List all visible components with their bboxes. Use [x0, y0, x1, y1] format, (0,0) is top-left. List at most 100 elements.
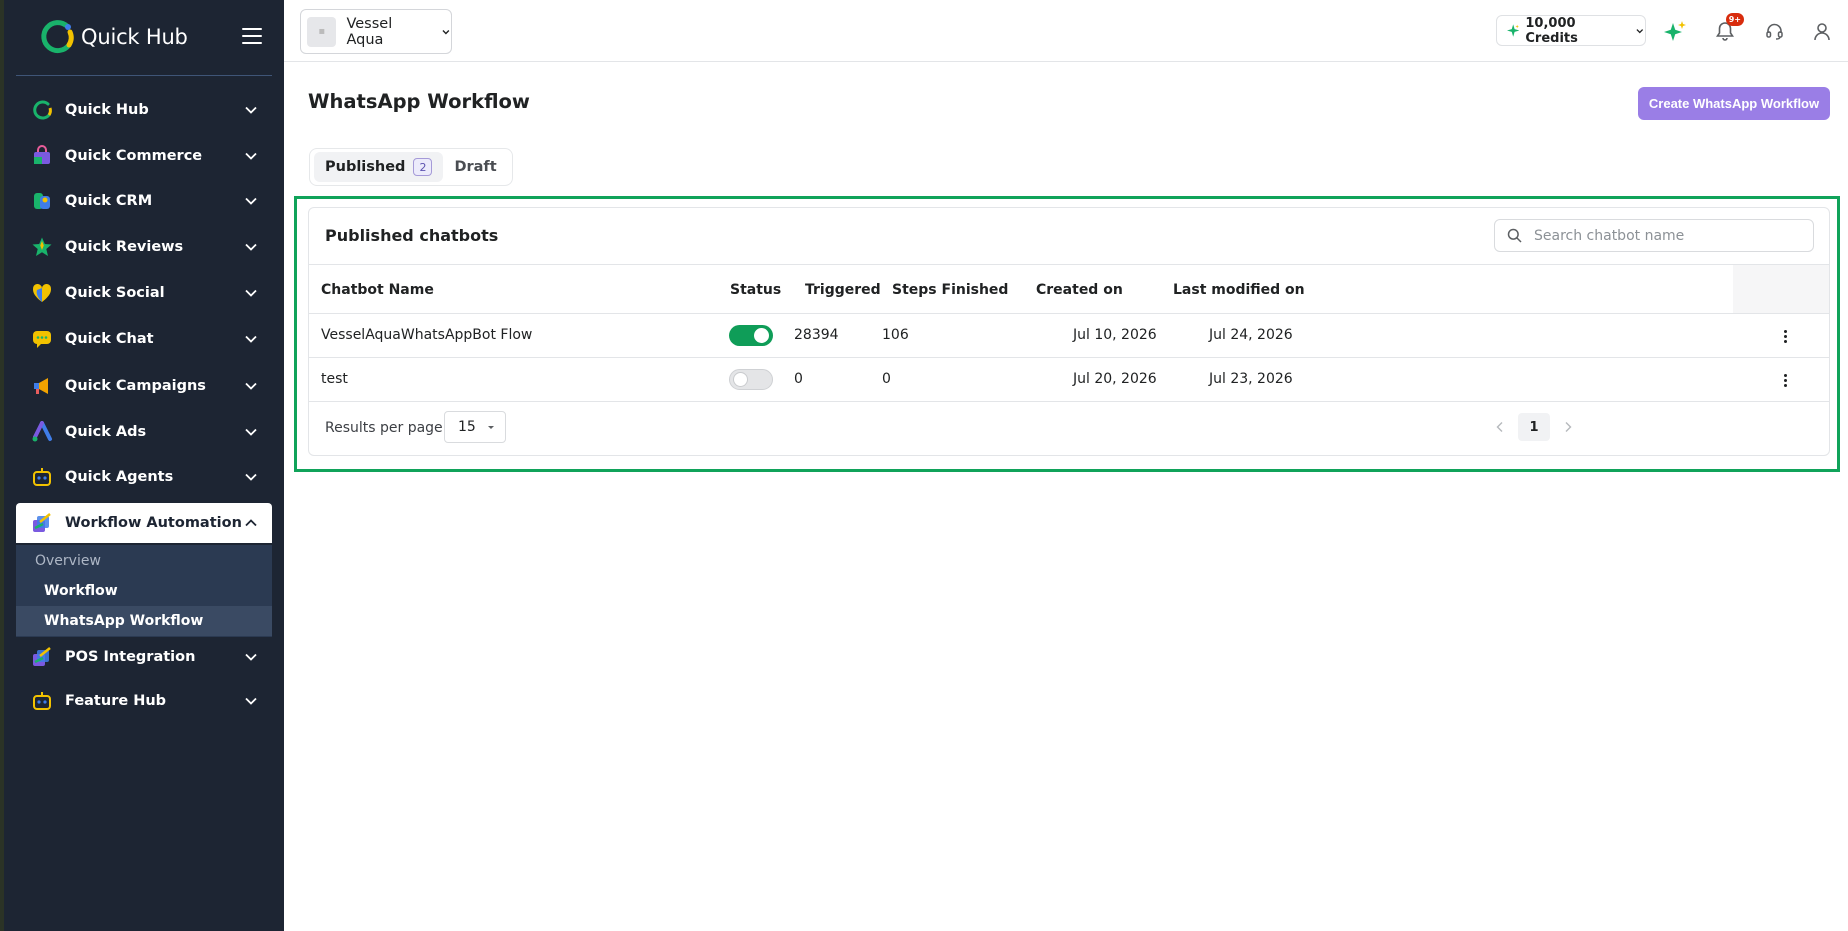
sidebar-item-quick-commerce[interactable]: Quick Commerce	[16, 136, 272, 176]
more-options-icon[interactable]	[1775, 327, 1795, 345]
sidebar-item-label: Workflow Automation	[65, 515, 242, 531]
created-date: Jul 10, 2026	[1073, 327, 1157, 343]
notification-badge: 9+	[1725, 13, 1744, 26]
submenu-item-workflow[interactable]: Workflow	[16, 576, 272, 606]
page-number-button[interactable]: 1	[1518, 413, 1550, 441]
brand-name: Quick Hub	[81, 25, 188, 49]
sidebar-divider	[16, 75, 272, 76]
chevron-down-icon	[245, 197, 257, 205]
published-chatbots-card: Published chatbots Chatbot Name Status T…	[308, 207, 1830, 456]
sparkle-icon	[1507, 24, 1520, 37]
crm-icon	[31, 190, 53, 212]
column-header-chatbot-name[interactable]: Chatbot Name	[321, 282, 434, 298]
card-title: Published chatbots	[325, 226, 499, 245]
results-per-page-select[interactable]: 15	[444, 411, 506, 443]
chevron-down-icon	[245, 106, 257, 114]
tab-draft[interactable]: Draft	[443, 152, 507, 182]
sidebar-item-label: Quick CRM	[65, 193, 153, 209]
credits-button[interactable]: 10,000 Credits	[1496, 15, 1646, 46]
sidebar-item-label: Quick Agents	[65, 469, 174, 485]
column-header-triggered[interactable]: Triggered	[805, 282, 881, 298]
steps-finished-count: 0	[882, 371, 891, 387]
sidebar-item-quick-chat[interactable]: Quick Chat	[16, 319, 272, 359]
sidebar-item-quick-reviews[interactable]: Quick Reviews	[16, 227, 272, 267]
tab-label: Published	[325, 159, 406, 175]
sidebar-item-quick-social[interactable]: Quick Social	[16, 273, 272, 313]
column-header-status[interactable]: Status	[730, 282, 781, 298]
table-row[interactable]: VesselAquaWhatsAppBot Flow 28394 106 Jul…	[309, 314, 1829, 358]
sidebar-item-workflow-automation[interactable]: Workflow Automation	[16, 503, 272, 543]
megaphone-icon	[31, 375, 53, 397]
more-options-icon[interactable]	[1775, 371, 1795, 389]
status-toggle[interactable]	[729, 369, 773, 390]
workflow-submenu: Overview Workflow WhatsApp Workflow	[16, 545, 272, 637]
page-title: WhatsApp Workflow	[308, 90, 530, 113]
count-badge: 2	[413, 158, 433, 176]
sidebar: Quick Hub Quick Hub Quick Commerce Quick…	[0, 0, 284, 931]
create-whatsapp-workflow-button[interactable]: Create WhatsApp Workflow	[1638, 87, 1830, 120]
search-input[interactable]	[1534, 227, 1794, 244]
chevron-down-icon	[245, 653, 257, 661]
submenu-item-whatsapp-workflow[interactable]: WhatsApp Workflow	[16, 606, 272, 636]
actions-column-header	[1733, 265, 1829, 313]
column-header-last-modified-on[interactable]: Last modified on	[1173, 282, 1305, 298]
chatbot-name[interactable]: VesselAquaWhatsAppBot Flow	[321, 327, 532, 343]
chevron-down-icon	[245, 335, 257, 343]
sidebar-item-quick-crm[interactable]: Quick CRM	[16, 181, 272, 221]
topbar: ▪ Vessel Aqua 10,000 Credits 9+	[284, 0, 1848, 62]
heart-shield-icon	[31, 282, 53, 304]
shopping-bag-icon	[31, 145, 53, 167]
chevron-down-icon	[442, 29, 450, 34]
brand[interactable]: Quick Hub	[38, 17, 188, 57]
results-per-page-label: Results per page	[325, 420, 443, 436]
status-tabs: Published 2 Draft	[309, 148, 513, 186]
search-icon	[1507, 228, 1522, 243]
modified-date: Jul 24, 2026	[1209, 327, 1293, 343]
sidebar-item-label: Quick Chat	[65, 331, 154, 347]
headset-icon[interactable]	[1761, 18, 1787, 44]
sidebar-item-quick-ads[interactable]: Quick Ads	[16, 412, 272, 452]
quick-hub-logo-icon	[41, 20, 74, 54]
status-toggle[interactable]	[729, 325, 773, 346]
sidebar-item-quick-hub[interactable]: Quick Hub	[16, 90, 272, 130]
search-box[interactable]	[1494, 219, 1814, 252]
chevron-down-icon	[245, 428, 257, 436]
robot-icon	[31, 690, 53, 712]
created-date: Jul 20, 2026	[1073, 371, 1157, 387]
ai-sparkle-icon[interactable]	[1662, 18, 1688, 44]
robot-icon	[31, 466, 53, 488]
pos-icon	[31, 646, 53, 668]
sidebar-item-quick-campaigns[interactable]: Quick Campaigns	[16, 366, 272, 406]
steps-finished-count: 106	[882, 327, 909, 343]
store-name: Vessel Aqua	[346, 15, 393, 48]
chevron-down-icon	[245, 473, 257, 481]
submenu-item-overview[interactable]: Overview	[16, 546, 272, 576]
sidebar-item-pos-integration[interactable]: POS Integration	[16, 637, 272, 677]
ads-icon	[31, 421, 53, 443]
previous-page-icon[interactable]	[1488, 413, 1512, 441]
next-page-icon[interactable]	[1556, 413, 1580, 441]
store-avatar: ▪	[307, 16, 337, 47]
tab-published[interactable]: Published 2	[314, 152, 444, 182]
chevron-down-icon	[245, 243, 257, 251]
workflow-icon	[31, 512, 53, 534]
sidebar-item-quick-agents[interactable]: Quick Agents	[16, 457, 272, 497]
chatbot-name[interactable]: test	[321, 371, 348, 387]
bell-icon[interactable]: 9+	[1712, 13, 1744, 44]
credits-label: 10,000 Credits	[1525, 15, 1578, 46]
star-icon	[31, 236, 53, 258]
chevron-down-icon	[245, 152, 257, 160]
hamburger-menu-icon[interactable]	[242, 28, 262, 44]
chevron-down-icon	[245, 382, 257, 390]
column-header-created-on[interactable]: Created on	[1036, 282, 1123, 298]
triggered-count: 28394	[794, 327, 839, 343]
sidebar-item-label: Quick Reviews	[65, 239, 184, 255]
column-header-steps-finished[interactable]: Steps Finished	[892, 282, 1008, 298]
sidebar-item-label: Feature Hub	[65, 693, 167, 709]
sidebar-item-feature-hub[interactable]: Feature Hub	[16, 681, 272, 721]
user-profile-icon[interactable]	[1809, 18, 1835, 44]
sidebar-item-label: POS Integration	[65, 649, 196, 665]
table-row[interactable]: test 0 0 Jul 20, 2026 Jul 23, 2026	[309, 358, 1829, 402]
store-selector[interactable]: ▪ Vessel Aqua	[300, 9, 452, 54]
triggered-count: 0	[794, 371, 803, 387]
